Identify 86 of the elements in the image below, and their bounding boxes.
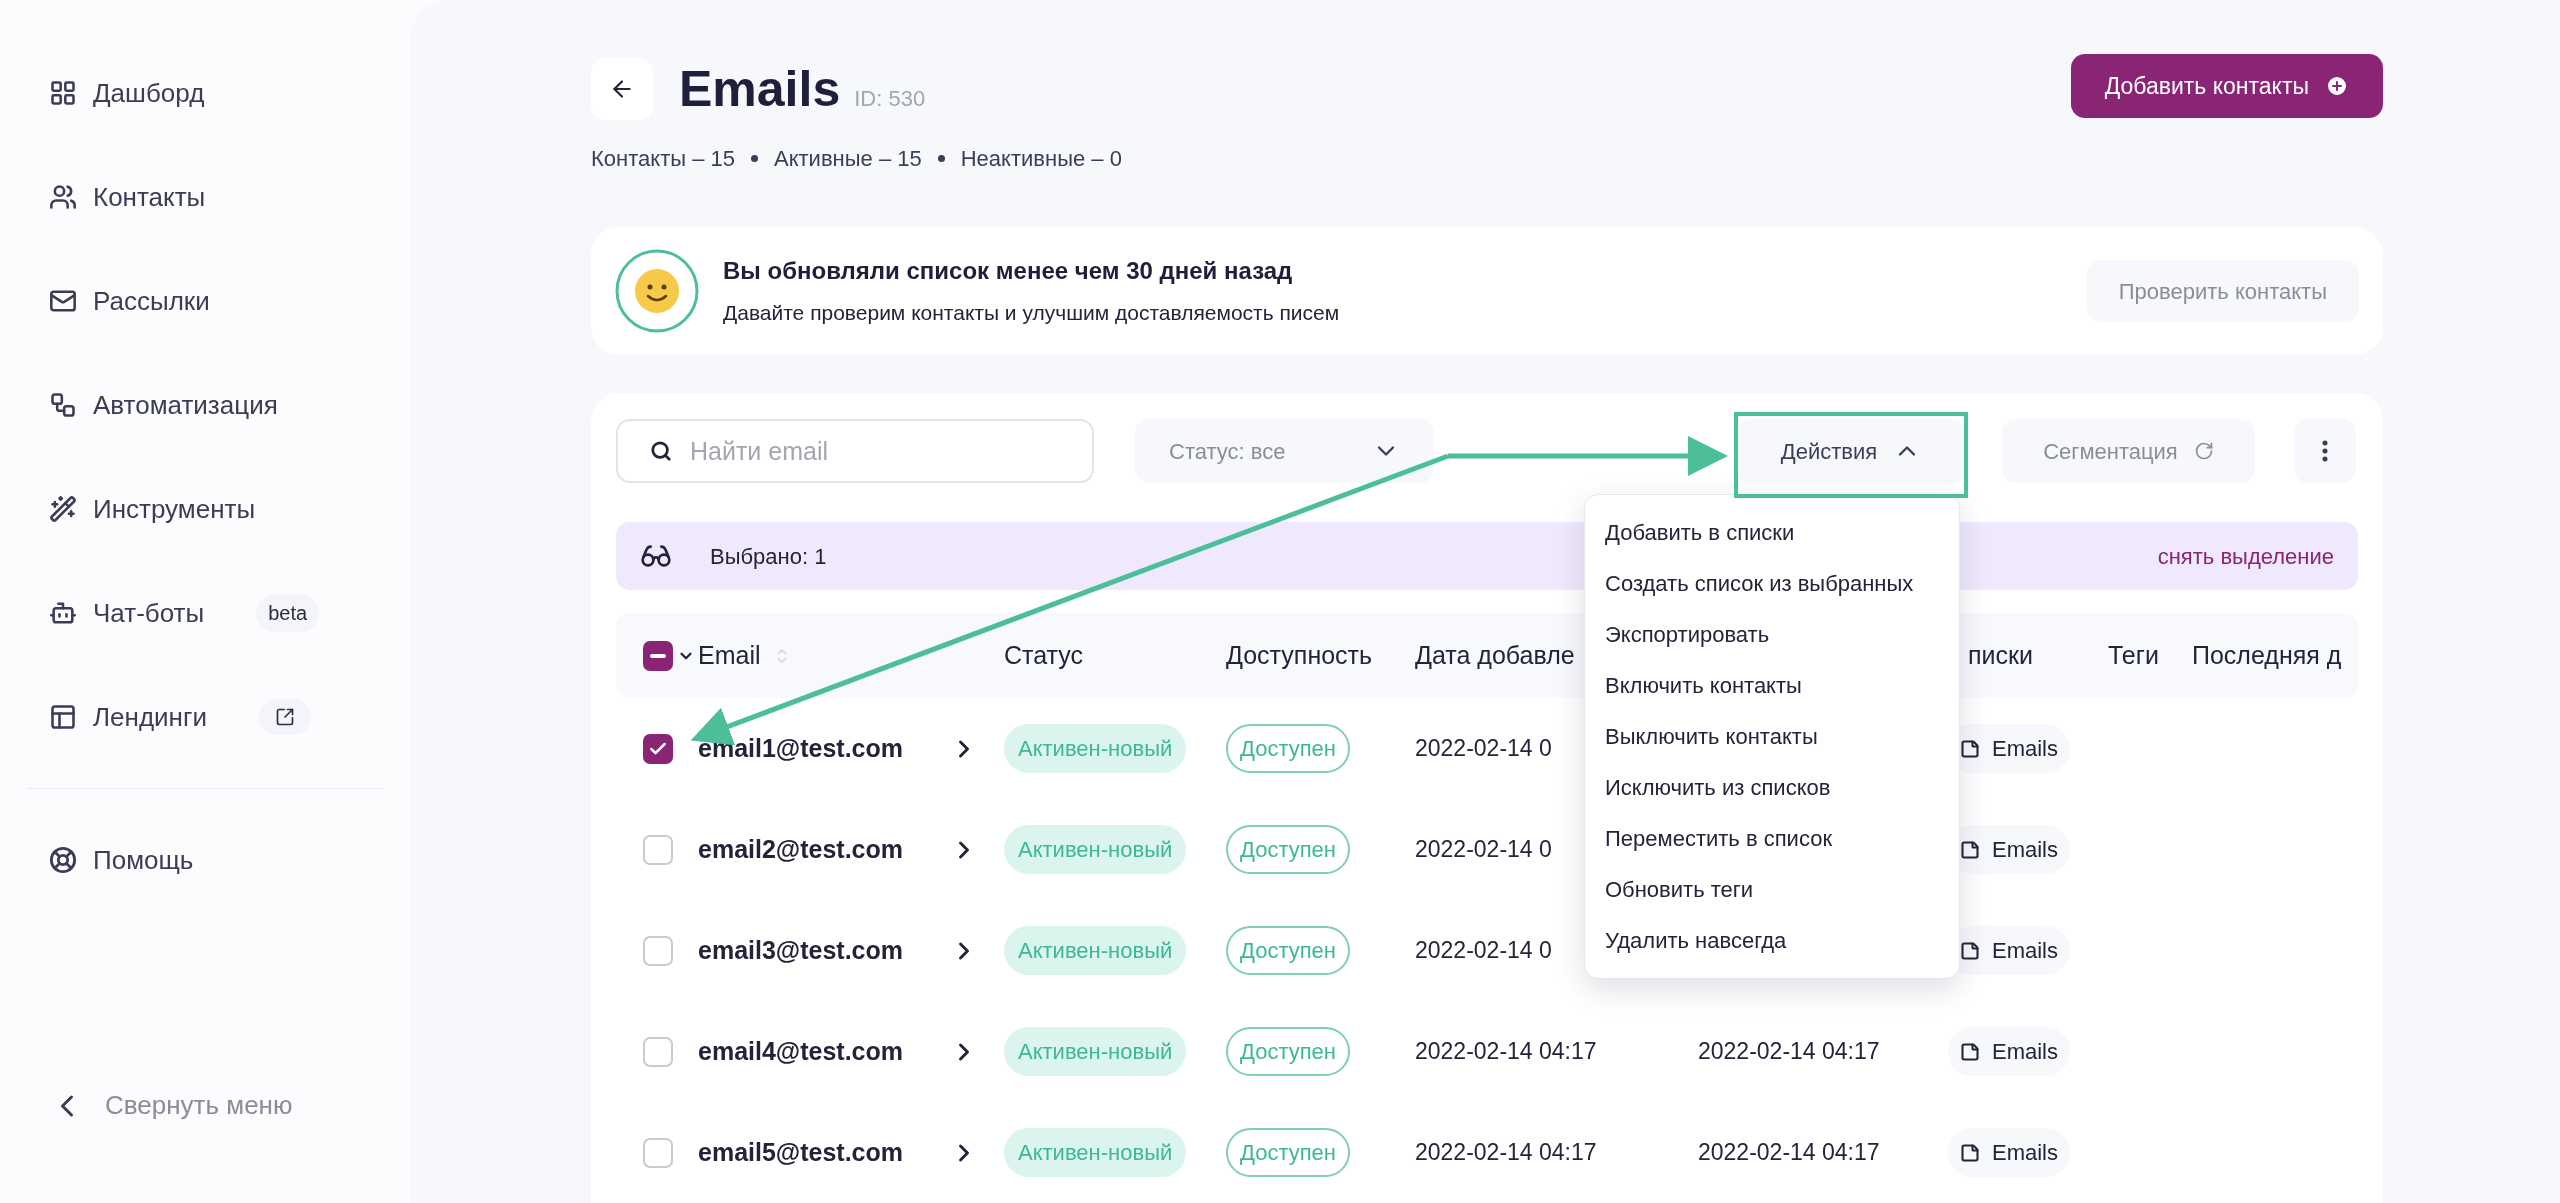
people-icon bbox=[49, 183, 77, 211]
checkbox[interactable] bbox=[643, 834, 673, 865]
email-link[interactable]: email1@test.com bbox=[698, 729, 904, 768]
note-icon bbox=[1960, 839, 1980, 860]
table-cell: 2022-02-14 0 bbox=[1415, 735, 1552, 762]
search-field[interactable]: Найти email bbox=[616, 419, 1094, 483]
column-header[interactable]: Email bbox=[698, 636, 791, 675]
column-header[interactable]: Дата добавле bbox=[1415, 636, 1575, 675]
selected-count: Выбрано: 1 bbox=[710, 542, 827, 571]
table-cell: 2022-02-14 0 bbox=[1415, 937, 1552, 964]
refresh-icon bbox=[2193, 441, 2214, 461]
more-button[interactable] bbox=[2294, 419, 2356, 483]
sidebar-item[interactable]: Дашборд bbox=[93, 73, 205, 113]
stat-text: Активные – 15 bbox=[773, 145, 922, 173]
more-icon bbox=[2322, 440, 2328, 462]
note-icon bbox=[1960, 738, 1980, 759]
stat-text: Неактивные – 0 bbox=[960, 145, 1122, 173]
search-icon bbox=[650, 440, 672, 462]
table-cell: 2022-02-14 04:17 bbox=[1698, 1038, 1880, 1065]
sidebar-item[interactable]: Рассылки bbox=[93, 281, 210, 321]
bullet-icon bbox=[750, 155, 758, 162]
robot-icon bbox=[49, 599, 77, 627]
checkbox[interactable] bbox=[643, 1137, 673, 1168]
availability-badge: Доступен bbox=[1226, 1128, 1350, 1177]
external-link-icon bbox=[274, 707, 295, 727]
table-cell: 2022-02-14 04:17 bbox=[1415, 1038, 1597, 1065]
bullet-icon bbox=[937, 155, 945, 162]
status-badge: Активен-новый bbox=[1004, 724, 1187, 773]
sidebar-item[interactable]: Помощь bbox=[93, 840, 194, 880]
plus-circle-icon bbox=[2325, 74, 2349, 98]
column-header[interactable]: писки bbox=[1968, 636, 2033, 675]
availability-badge: Доступен bbox=[1226, 1027, 1350, 1076]
note-icon bbox=[1960, 1142, 1980, 1163]
nodes-icon bbox=[49, 391, 77, 419]
sidebar-item[interactable]: Лендинги bbox=[93, 697, 207, 737]
table-cell: 2022-02-14 04:17 bbox=[1698, 1139, 1880, 1166]
lifebuoy-icon bbox=[49, 846, 77, 874]
sidebar-item[interactable]: Чат-боты bbox=[93, 593, 205, 633]
availability-badge: Доступен bbox=[1226, 724, 1350, 773]
menu-item[interactable]: Создать список из выбранных bbox=[1585, 558, 1959, 609]
list-tag: Emails bbox=[1948, 1027, 2070, 1076]
envelope-icon bbox=[49, 287, 77, 315]
notice-title: Вы обновляли список менее чем 30 дней назад bbox=[723, 256, 1294, 287]
clear-selection-link[interactable]: снять выделение bbox=[2157, 539, 2334, 573]
list-tag: Emails bbox=[1948, 1128, 2070, 1177]
email-link[interactable]: email4@test.com bbox=[698, 1032, 904, 1071]
list-id: ID: 530 bbox=[854, 84, 926, 113]
availability-badge: Доступен bbox=[1226, 825, 1350, 874]
column-header[interactable]: Статус bbox=[1004, 636, 1084, 675]
note-icon bbox=[1960, 1041, 1980, 1062]
checkbox[interactable] bbox=[643, 733, 673, 764]
availability-badge: Доступен bbox=[1226, 926, 1350, 975]
magic-wand-icon bbox=[49, 495, 77, 523]
page-layout-icon bbox=[49, 703, 77, 731]
checkbox[interactable] bbox=[643, 640, 673, 671]
status-badge: Активен-новый bbox=[1004, 1128, 1187, 1177]
stat-text: Контакты – 15 bbox=[591, 145, 735, 173]
table-cell: 2022-02-14 04:17 bbox=[1415, 1139, 1597, 1166]
page-title: Emails bbox=[679, 59, 841, 119]
actions-button[interactable]: Действия bbox=[1736, 419, 1966, 483]
checkbox[interactable] bbox=[643, 1036, 673, 1067]
menu-item[interactable]: Включить контакты bbox=[1585, 660, 1959, 711]
status-badge: Активен-новый bbox=[1004, 1027, 1187, 1076]
beta-badge: beta bbox=[256, 594, 320, 632]
note-icon bbox=[1960, 940, 1980, 961]
add-contacts-button[interactable]: Добавить контакты bbox=[2070, 54, 2383, 118]
email-link[interactable]: email3@test.com bbox=[698, 931, 904, 970]
email-link[interactable]: email5@test.com bbox=[698, 1133, 904, 1172]
sidebar-item[interactable]: Автоматизация bbox=[93, 385, 278, 425]
column-header[interactable]: Теги bbox=[2108, 636, 2159, 675]
checkbox[interactable] bbox=[643, 935, 673, 966]
email-link[interactable]: email2@test.com bbox=[698, 830, 904, 869]
table-cell: 2022-02-14 0 bbox=[1415, 836, 1552, 863]
minus-icon bbox=[650, 653, 666, 658]
menu-item[interactable]: Добавить в списки bbox=[1585, 507, 1959, 558]
sidebar-item[interactable]: Инструменты bbox=[93, 489, 256, 529]
column-header[interactable]: Доступность bbox=[1226, 636, 1373, 675]
smiley-icon bbox=[615, 249, 699, 333]
status-badge: Активен-новый bbox=[1004, 825, 1187, 874]
status-badge: Активен-новый bbox=[1004, 926, 1187, 975]
grid-icon bbox=[49, 79, 77, 107]
column-header[interactable]: Последняя д bbox=[2192, 636, 2342, 675]
back-button[interactable] bbox=[591, 58, 653, 120]
sidebar-item[interactable]: Контакты bbox=[93, 177, 206, 217]
menu-item[interactable]: Экспортировать bbox=[1585, 609, 1959, 660]
notice-text: Давайте проверим контакты и улучшим доставляемость писем bbox=[723, 300, 1340, 327]
